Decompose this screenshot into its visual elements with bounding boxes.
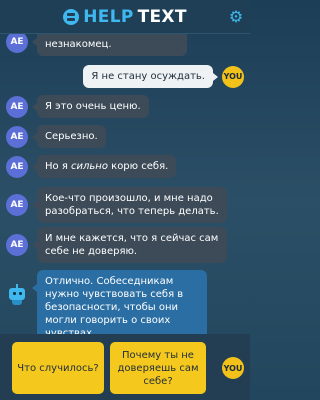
message-text: незнакомец. xyxy=(45,39,112,50)
message-row-you: Я не стану осуждать. YOU xyxy=(83,65,244,88)
logo-help-text: HELP xyxy=(83,6,134,27)
message-row-ae: AE Серьезно. xyxy=(6,125,106,148)
robot-icon xyxy=(6,284,28,306)
logo-text: TEXT xyxy=(137,6,187,27)
app-header: HELP TEXT ⚙ xyxy=(0,0,250,34)
avatar-ae: AE xyxy=(6,234,28,256)
message-row-ae: AE незнакомец. xyxy=(6,34,187,56)
message-text: Отлично. Собеседникам нужно чувствовать … xyxy=(45,276,184,334)
reply-option-button[interactable]: Что случилось? xyxy=(12,342,104,394)
chat-transcript[interactable]: AE незнакомец. Я не стану осуждать. YOU … xyxy=(0,34,250,334)
reply-option-label: Почему ты не доверяешь сам себе? xyxy=(117,349,199,387)
bot-message-bubble: Отлично. Собеседникам нужно чувствовать … xyxy=(32,270,207,334)
reply-option-label: Что случилось? xyxy=(17,362,99,374)
message-text: Я не стану осуждать. xyxy=(91,71,205,82)
avatar-ae: AE xyxy=(6,155,28,178)
message-row-bot: Отлично. Собеседникам нужно чувствовать … xyxy=(6,270,207,334)
avatar-you: YOU xyxy=(222,357,244,379)
gear-icon[interactable]: ⚙ xyxy=(228,9,244,25)
message-bubble: Я это очень ценю. xyxy=(32,95,149,118)
avatar-you: YOU xyxy=(222,65,244,88)
message-bubble: Но я сильно корю себя. xyxy=(31,155,177,178)
avatar-ae: AE xyxy=(6,125,28,148)
message-row-ae: AE И мне кажется, что я сейчас сам себе … xyxy=(6,227,227,263)
avatar-ae: AE xyxy=(6,95,28,118)
message-text: И мне кажется, что я сейчас сам себе не … xyxy=(45,233,219,257)
message-text: Серьезно. xyxy=(45,131,98,142)
message-text-end: корю себя. xyxy=(107,161,169,172)
message-emphasis: сильно xyxy=(71,161,108,172)
reply-option-button[interactable]: Почему ты не доверяешь сам себе? xyxy=(110,342,206,394)
message-bubble: И мне кажется, что я сейчас сам себе не … xyxy=(32,227,227,263)
message-row-ae: AE Я это очень ценю. xyxy=(6,95,149,118)
message-bubble: Я не стану осуждать. xyxy=(83,65,218,88)
avatar-ae: AE xyxy=(6,194,28,216)
logo-icon xyxy=(63,8,80,25)
message-text: Кое-что произошло, и мне надо разобратьс… xyxy=(45,193,219,217)
message-text-start: Но я xyxy=(45,161,72,172)
helptext-logo: HELP TEXT xyxy=(63,7,186,27)
avatar-ae: AE xyxy=(6,34,28,53)
message-bubble: незнакомец. xyxy=(32,34,187,56)
message-bubble: Серьезно. xyxy=(32,125,106,148)
message-text: Я это очень ценю. xyxy=(45,101,141,112)
reply-options-bar: Что случилось? Почему ты не доверяешь са… xyxy=(0,334,250,400)
message-bubble: Кое-что произошло, и мне надо разобратьс… xyxy=(32,187,227,223)
message-row-ae: AE Но я сильно корю себя. xyxy=(6,155,177,178)
message-row-ae: AE Кое-что произошло, и мне надо разобра… xyxy=(6,187,227,223)
